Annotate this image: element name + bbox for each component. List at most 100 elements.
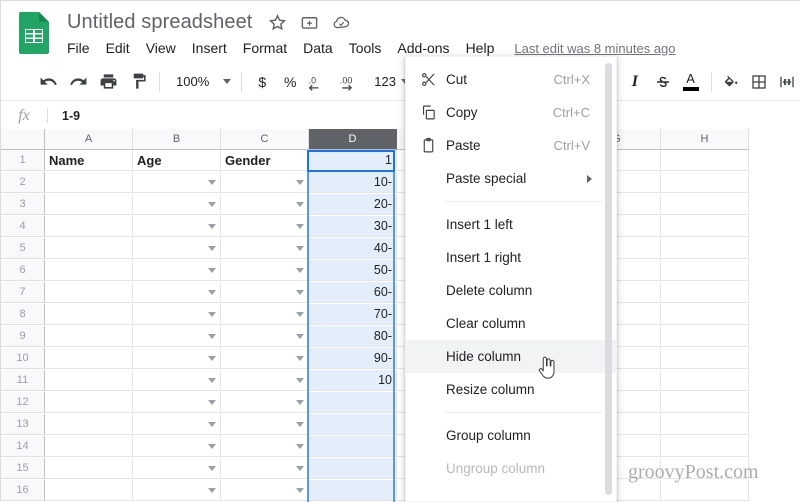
row-header-13[interactable]: 13 [1,414,45,435]
row-header-14[interactable]: 14 [1,436,45,457]
cell-dropdown-arrow-icon[interactable] [207,480,216,501]
row-header-9[interactable]: 9 [1,326,45,347]
menu-item-paste[interactable]: Paste Ctrl+V [406,129,616,162]
cell-H11[interactable] [661,370,749,391]
cell-A8[interactable] [45,304,133,325]
cell-B1[interactable]: Age [133,150,221,171]
cell-H1[interactable] [661,150,749,171]
cell-dropdown-arrow-icon[interactable] [295,282,304,303]
cell-H13[interactable] [661,414,749,435]
row-header-12[interactable]: 12 [1,392,45,413]
cell-A13[interactable] [45,414,133,435]
row-header-16[interactable]: 16 [1,480,45,501]
cell-dropdown-arrow-icon[interactable] [295,414,304,435]
menu-edit[interactable]: Edit [98,38,138,58]
menu-item-resize-column[interactable]: Resize column [406,373,616,406]
cell-A6[interactable] [45,260,133,281]
cell-dropdown-arrow-icon[interactable] [207,392,216,413]
cell-dropdown-arrow-icon[interactable] [207,326,216,347]
cell-D4[interactable]: 30- [309,216,397,237]
cell-dropdown-arrow-icon[interactable] [207,282,216,303]
menu-insert[interactable]: Insert [184,38,235,58]
cell-A12[interactable] [45,392,133,413]
cell-H6[interactable] [661,260,749,281]
cell-dropdown-arrow-icon[interactable] [295,194,304,215]
row-header-7[interactable]: 7 [1,282,45,303]
row-header-10[interactable]: 10 [1,348,45,369]
paint-format-icon[interactable] [123,68,153,96]
menu-item-paste-special[interactable]: Paste special [406,162,616,195]
column-header-b[interactable]: B [133,129,221,150]
cell-D5[interactable]: 40- [309,238,397,259]
increase-decimal-button[interactable]: .00 [336,68,370,96]
currency-format-button[interactable]: $ [248,74,276,90]
menu-item-delete-column[interactable]: Delete column [406,274,616,307]
cell-D2[interactable]: 10- [309,172,397,193]
column-header-c[interactable]: C [221,129,309,150]
row-header-2[interactable]: 2 [1,172,45,193]
cell-dropdown-arrow-icon[interactable] [295,480,304,501]
cell-dropdown-arrow-icon[interactable] [295,260,304,281]
menu-item-hide-column[interactable]: Hide column [406,340,616,373]
cell-H2[interactable] [661,172,749,193]
cell-dropdown-arrow-icon[interactable] [295,304,304,325]
cell-D8[interactable]: 70- [309,304,397,325]
cell-dropdown-arrow-icon[interactable] [207,304,216,325]
cell-H5[interactable] [661,238,749,259]
menu-format[interactable]: Format [235,38,295,58]
cell-dropdown-arrow-icon[interactable] [207,348,216,369]
cell-H3[interactable] [661,194,749,215]
cell-dropdown-arrow-icon[interactable] [295,172,304,193]
cell-A1[interactable]: Name [45,150,133,171]
cell-D11[interactable]: 10 [309,370,397,391]
cell-D7[interactable]: 60- [309,282,397,303]
column-header-a[interactable]: A [45,129,133,150]
cell-D1[interactable]: 1 [309,150,397,171]
cell-dropdown-arrow-icon[interactable] [295,458,304,479]
cell-dropdown-arrow-icon[interactable] [207,172,216,193]
merge-cells-icon[interactable] [773,68,800,96]
print-icon[interactable] [93,68,123,96]
cell-dropdown-arrow-icon[interactable] [207,370,216,391]
cell-A14[interactable] [45,436,133,457]
cell-dropdown-arrow-icon[interactable] [207,260,216,281]
zoom-control[interactable]: 100% [166,69,235,95]
last-edit-status[interactable]: Last edit was 8 minutes ago [514,41,675,56]
percent-format-button[interactable]: % [276,74,304,90]
row-header-11[interactable]: 11 [1,370,45,391]
star-icon[interactable] [268,13,287,32]
cloud-saved-icon[interactable] [332,13,351,32]
document-title[interactable]: Untitled spreadsheet [67,11,252,34]
cell-dropdown-arrow-icon[interactable] [207,436,216,457]
cell-D13[interactable] [309,414,397,435]
menu-item-insert-1-right[interactable]: Insert 1 right [406,241,616,274]
menu-add-ons[interactable]: Add-ons [389,38,457,58]
cell-H14[interactable] [661,436,749,457]
menu-tools[interactable]: Tools [341,38,390,58]
italic-button[interactable]: I [621,68,649,96]
row-header-8[interactable]: 8 [1,304,45,325]
cell-A7[interactable] [45,282,133,303]
context-menu-scrollbar[interactable] [605,63,612,495]
cell-dropdown-arrow-icon[interactable] [295,238,304,259]
menu-file[interactable]: File [67,38,98,58]
undo-icon[interactable] [33,68,63,96]
number-format-menu[interactable]: 123 [370,74,409,89]
row-header-1[interactable]: 1 [1,150,45,171]
cell-A3[interactable] [45,194,133,215]
cell-D9[interactable]: 80- [309,326,397,347]
cell-A9[interactable] [45,326,133,347]
cell-dropdown-arrow-icon[interactable] [207,216,216,237]
row-header-3[interactable]: 3 [1,194,45,215]
cell-dropdown-arrow-icon[interactable] [295,370,304,391]
column-header-h[interactable]: H [661,129,749,150]
cell-D10[interactable]: 90- [309,348,397,369]
cell-H8[interactable] [661,304,749,325]
row-header-15[interactable]: 15 [1,458,45,479]
cell-A2[interactable] [45,172,133,193]
cell-H7[interactable] [661,282,749,303]
cell-H9[interactable] [661,326,749,347]
cell-D12[interactable] [309,392,397,413]
redo-icon[interactable] [63,68,93,96]
cell-dropdown-arrow-icon[interactable] [295,392,304,413]
